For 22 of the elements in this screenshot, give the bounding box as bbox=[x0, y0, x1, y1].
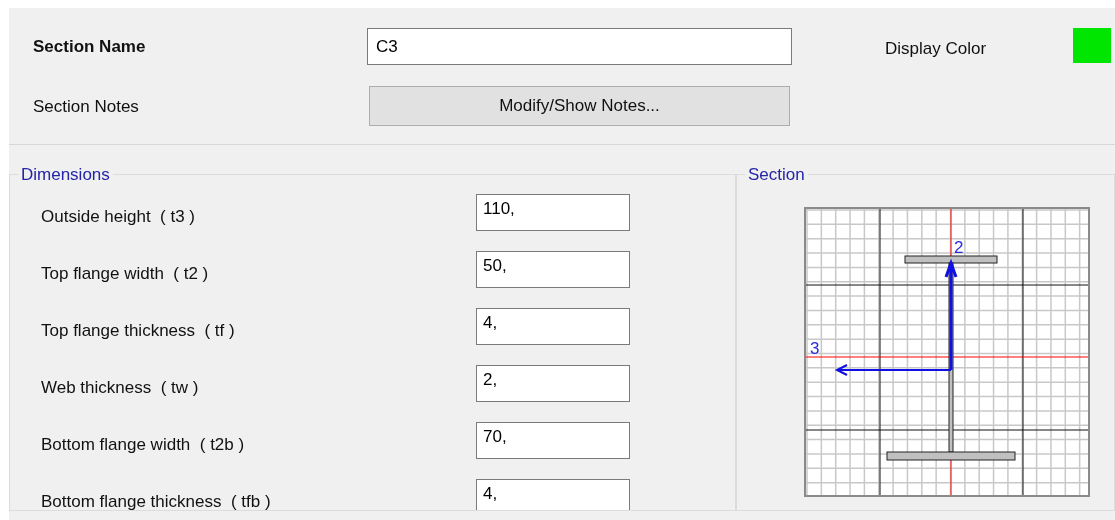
field-label: Bottom flange width ( t2b ) bbox=[41, 433, 246, 456]
group-title: Section bbox=[747, 167, 806, 183]
axis-label: 2 bbox=[954, 238, 964, 257]
dimension-field[interactable]: 2, bbox=[476, 365, 630, 402]
dimension-field[interactable]: 50, bbox=[476, 251, 630, 288]
dimension-field[interactable]: 4, bbox=[476, 479, 630, 510]
field-label: Web thickness ( tw ) bbox=[41, 376, 200, 399]
field-label: Section Name bbox=[33, 36, 146, 58]
field-label: Top flange thickness ( tf ) bbox=[41, 319, 236, 342]
field-label: Bottom flange thickness ( tfb ) bbox=[41, 490, 272, 510]
dimension-field[interactable]: 110, bbox=[476, 194, 630, 231]
dimension-field[interactable]: 70, bbox=[476, 422, 630, 459]
color-swatch[interactable] bbox=[1073, 28, 1111, 63]
field-label: Display Color bbox=[885, 38, 987, 60]
notes-button[interactable]: Modify/Show Notes... bbox=[369, 86, 790, 126]
field-label: Section Notes bbox=[33, 96, 139, 118]
field-label: Outside height ( t3 ) bbox=[41, 205, 197, 228]
dimension-field[interactable]: 4, bbox=[476, 308, 630, 345]
field-label: Top flange width ( t2 ) bbox=[41, 262, 210, 285]
axis-label: 3 bbox=[810, 339, 820, 358]
name-field[interactable]: C3 bbox=[367, 28, 792, 65]
group-title: Dimensions bbox=[20, 167, 111, 183]
